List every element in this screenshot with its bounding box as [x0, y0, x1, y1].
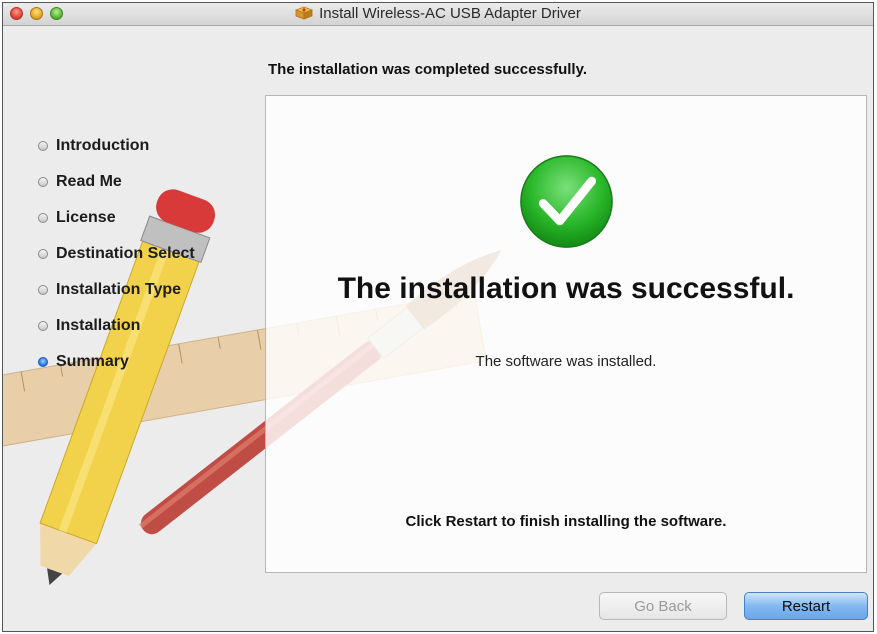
step-bullet-icon [38, 249, 48, 259]
step-installation-type: Installation Type [38, 272, 195, 308]
active-step-bullet-icon [38, 357, 48, 367]
installer-steps-list: Introduction Read Me License Destination… [38, 128, 195, 380]
step-label: Installation Type [56, 281, 182, 298]
step-bullet-icon [38, 141, 48, 151]
step-destination-select: Destination Select [38, 236, 195, 272]
step-label: Summary [56, 353, 129, 370]
success-detail: The software was installed. [475, 353, 657, 370]
title-bar[interactable]: Install Wireless-AC USB Adapter Driver [3, 3, 873, 26]
step-bullet-icon [38, 285, 48, 295]
success-title: The installation was successful. [337, 272, 795, 305]
restart-instruction: Click Restart to finish installing the s… [405, 513, 727, 530]
window-title-group: Install Wireless-AC USB Adapter Driver [3, 5, 873, 22]
step-installation: Installation [38, 308, 195, 344]
installer-window: Install Wireless-AC USB Adapter Driver T… [2, 2, 874, 632]
step-label: License [56, 209, 116, 226]
installation-status-heading: The installation was completed successfu… [268, 61, 587, 78]
step-label: Read Me [56, 173, 122, 190]
step-summary: Summary [38, 344, 195, 380]
step-introduction: Introduction [38, 128, 195, 164]
step-bullet-icon [38, 177, 48, 187]
restart-button[interactable]: Restart [744, 592, 868, 620]
summary-panel: The installation was successful. The sof… [265, 95, 867, 573]
checkmark-icon [520, 155, 613, 248]
window-title: Install Wireless-AC USB Adapter Driver [319, 5, 581, 22]
package-icon [295, 6, 314, 20]
step-bullet-icon [38, 213, 48, 223]
step-label: Introduction [56, 137, 150, 154]
go-back-button[interactable]: Go Back [599, 592, 727, 620]
step-label: Destination Select [56, 245, 195, 262]
step-bullet-icon [38, 321, 48, 331]
step-read-me: Read Me [38, 164, 195, 200]
step-license: License [38, 200, 195, 236]
step-label: Installation [56, 317, 141, 334]
